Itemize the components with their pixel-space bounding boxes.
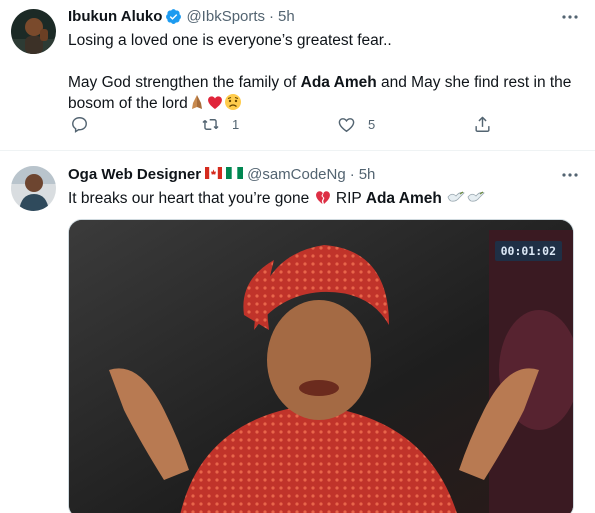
reply-icon xyxy=(72,116,87,133)
video-timer: 00:01:02 xyxy=(494,241,562,261)
mention-ada-ameh: Ada Ameh xyxy=(300,74,377,91)
separator: · xyxy=(269,7,275,25)
tweet-text-line: May God strengthen the family of Ada Ame… xyxy=(68,74,572,91)
separator: · xyxy=(349,165,355,183)
avatar[interactable] xyxy=(11,9,56,54)
canada-flag-icon xyxy=(205,166,223,183)
like-button[interactable]: 5 xyxy=(337,115,375,134)
share-icon xyxy=(475,116,490,132)
handle[interactable]: @IbkSports xyxy=(186,8,265,25)
tweet-oga-web-designer[interactable]: Oga Web Designer @samCodeNg · 5h It brea… xyxy=(0,151,595,513)
heart-icon xyxy=(338,117,355,132)
tweet-media-photo[interactable]: 00:01:02 xyxy=(68,219,574,513)
tweet-text: Losing a loved one is everyone’s greates… xyxy=(68,30,581,117)
more-options-icon[interactable] xyxy=(559,168,581,182)
display-name[interactable]: Ibukun Aluko xyxy=(68,8,162,25)
broken-heart-icon xyxy=(314,188,332,212)
dove-icon xyxy=(466,188,486,212)
tweet-text-line: It breaks our heart that you’re gone RIP… xyxy=(68,188,581,212)
like-count: 5 xyxy=(368,116,376,132)
nigeria-flag-icon xyxy=(226,166,244,183)
verified-badge-icon xyxy=(165,8,182,25)
tweet-ibukun-aluko[interactable]: Ibukun Aluko @IbkSports · 5h Losing a lo… xyxy=(0,0,595,151)
handle[interactable]: @samCodeNg xyxy=(247,166,346,183)
retweet-count: 1 xyxy=(232,116,240,132)
display-name[interactable]: Oga Web Designer xyxy=(68,166,201,183)
timestamp[interactable]: 5h xyxy=(359,166,376,183)
tweet-text-line: Losing a loved one is everyone’s greates… xyxy=(68,32,392,49)
video-still-photo-icon xyxy=(69,220,573,513)
retweet-button[interactable]: 1 xyxy=(201,115,239,134)
dove-icon xyxy=(446,188,466,212)
timestamp[interactable]: 5h xyxy=(278,8,295,25)
retweet-icon xyxy=(202,118,219,130)
more-options-icon[interactable] xyxy=(559,10,581,24)
reply-button[interactable] xyxy=(70,115,89,134)
share-button[interactable] xyxy=(473,115,492,134)
tweet-text: It breaks our heart that you’re gone RIP… xyxy=(68,188,581,212)
mention-ada-ameh: Ada Ameh xyxy=(365,190,442,207)
avatar[interactable] xyxy=(11,166,56,211)
